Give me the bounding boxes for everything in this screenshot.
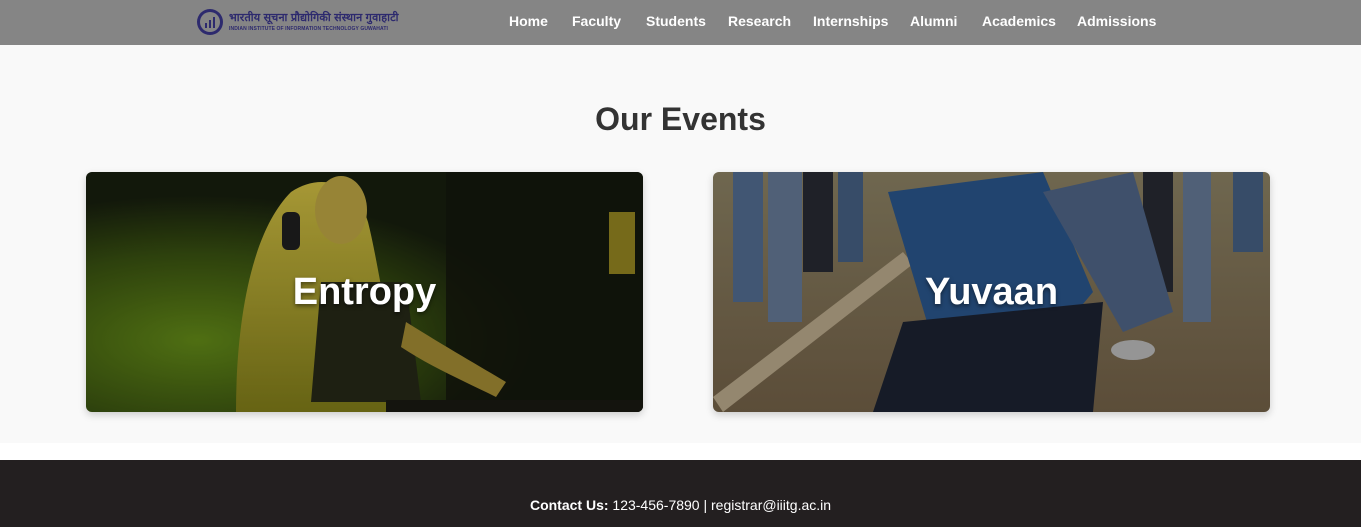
nav-link-admissions[interactable]: Admissions <box>1077 13 1156 29</box>
footer-contact: Contact Us: 123-456-7890 | registrar@iii… <box>0 497 1361 513</box>
nav-link-faculty[interactable]: Faculty <box>572 13 621 29</box>
nav-links: Home Faculty Students Research Internshi… <box>0 0 1361 45</box>
nav-link-alumni[interactable]: Alumni <box>910 13 957 29</box>
event-card-title: Yuvaan <box>924 270 1059 313</box>
event-card-yuvaan[interactable]: Yuvaan <box>713 172 1270 412</box>
events-section: Our Events Entropy Yuvaan <box>0 45 1361 443</box>
navbar: भारतीय सूचना प्रौद्योगिकी संस्थान गुवाहा… <box>0 0 1361 45</box>
event-card-title: Entropy <box>292 270 437 313</box>
section-divider <box>0 443 1361 460</box>
nav-link-students[interactable]: Students <box>646 13 706 29</box>
nav-link-research[interactable]: Research <box>728 13 791 29</box>
nav-link-internships[interactable]: Internships <box>813 13 888 29</box>
events-heading: Our Events <box>595 101 766 137</box>
footer-contact-details[interactable]: 123-456-7890 | registrar@iiitg.ac.in <box>612 497 831 513</box>
footer-contact-label: Contact Us: <box>529 497 609 513</box>
nav-link-home[interactable]: Home <box>509 13 548 29</box>
footer: Contact Us: 123-456-7890 | registrar@iii… <box>0 460 1361 527</box>
nav-link-academics[interactable]: Academics <box>982 13 1056 29</box>
event-card-entropy[interactable]: Entropy <box>86 172 643 412</box>
